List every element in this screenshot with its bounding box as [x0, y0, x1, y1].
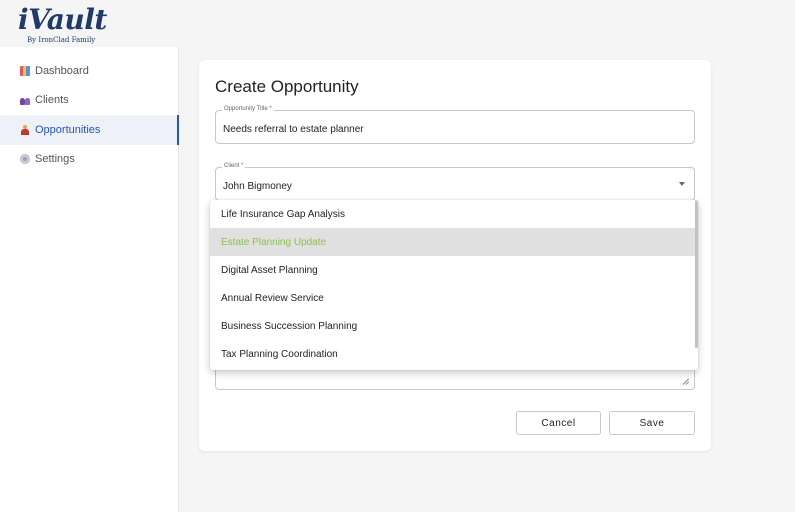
- people-icon: [20, 95, 30, 105]
- cancel-button[interactable]: Cancel: [516, 411, 601, 435]
- sidebar-item-dashboard[interactable]: Dashboard: [0, 56, 179, 86]
- caret-down-icon[interactable]: [679, 182, 685, 186]
- opportunity-title-value: Needs referral to estate planner: [223, 124, 364, 135]
- dropdown-option[interactable]: Estate Planning Update: [210, 228, 695, 256]
- person-opportunity-icon: [20, 125, 30, 135]
- opportunity-title-label: Opportunity Title *: [222, 106, 274, 112]
- logo-wordmark: iVault: [18, 3, 107, 36]
- dropdown-scrollbar[interactable]: [695, 200, 698, 348]
- client-select[interactable]: Client * John Bigmoney: [215, 163, 695, 201]
- sidebar-item-label: Opportunities: [35, 124, 101, 136]
- dropdown-option[interactable]: Annual Review Service: [210, 284, 695, 312]
- gear-icon: [20, 154, 30, 164]
- sidebar-item-clients[interactable]: Clients: [0, 85, 179, 115]
- client-value: John Bigmoney: [223, 181, 292, 192]
- dropdown-option[interactable]: Tax Planning Coordination: [210, 340, 695, 368]
- top-bar: iVault By IronClad Family: [0, 0, 795, 47]
- client-label: Client *: [222, 163, 246, 169]
- sidebar-item-label: Clients: [35, 94, 69, 106]
- bar-chart-icon: [20, 66, 30, 76]
- sidebar-item-label: Settings: [35, 153, 75, 165]
- page-title: Create Opportunity: [215, 77, 359, 96]
- dropdown-option[interactable]: Digital Asset Planning: [210, 256, 695, 284]
- dropdown-option[interactable]: Life Insurance Gap Analysis: [210, 200, 695, 228]
- sidebar-item-label: Dashboard: [35, 65, 89, 77]
- save-button[interactable]: Save: [609, 411, 695, 435]
- logo-subtitle: By IronClad Family: [27, 36, 96, 44]
- sidebar-item-settings[interactable]: Settings: [0, 144, 179, 174]
- dropdown-option[interactable]: Business Succession Planning: [210, 312, 695, 340]
- opportunity-title-field[interactable]: Opportunity Title * Needs referral to es…: [215, 106, 695, 144]
- opportunity-type-dropdown: Life Insurance Gap Analysis Estate Plann…: [210, 200, 698, 370]
- ivault-logo[interactable]: iVault By IronClad Family: [18, 3, 118, 47]
- sidebar-item-opportunities[interactable]: Opportunities: [0, 115, 179, 145]
- sidebar: Dashboard Clients Opportunities Settings: [0, 47, 179, 512]
- resize-handle-icon[interactable]: [683, 379, 689, 385]
